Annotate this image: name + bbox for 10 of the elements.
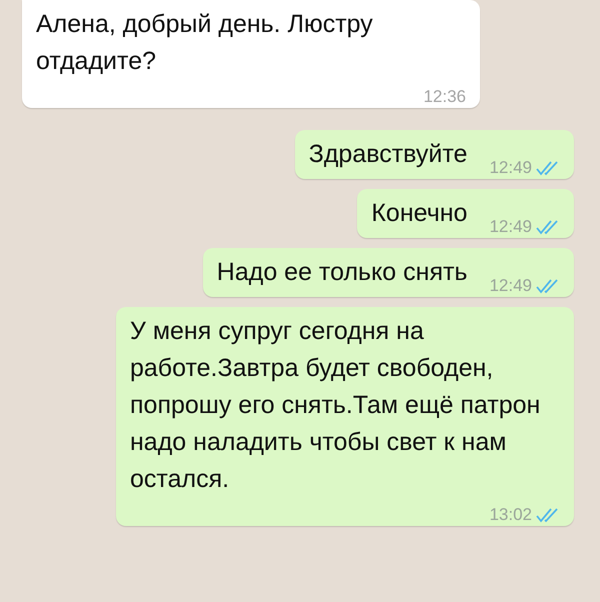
message-time: 12:49 bbox=[489, 275, 532, 297]
message-text: Алена, добрый день. Люстру отдадите? bbox=[36, 9, 374, 77]
message-time: 12:49 bbox=[489, 157, 532, 179]
message-time: 12:36 bbox=[423, 86, 466, 108]
message-text: Надо ее только снять bbox=[216, 257, 468, 288]
message-text: Здравствуйте bbox=[308, 139, 468, 170]
message-time: 13:02 bbox=[489, 504, 532, 526]
message-text: Конечно bbox=[371, 198, 468, 229]
message-time: 12:49 bbox=[489, 216, 532, 238]
message-text: У меня супруг сегодня на работе.Завтра будет свободен, попрошу его снять.Там ещё патрон надо наладить чтобы свет к нам остался. bbox=[130, 316, 542, 495]
